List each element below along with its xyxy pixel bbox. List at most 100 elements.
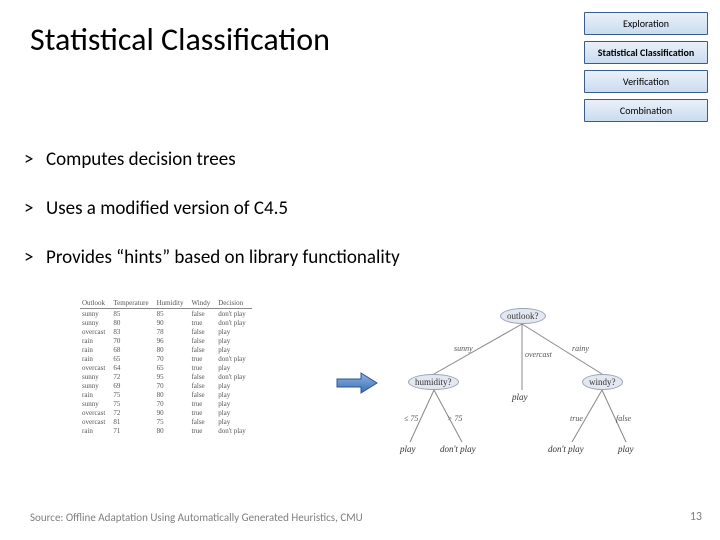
table-cell: false (189, 327, 216, 336)
table-cell: don't play (216, 354, 252, 363)
table-cell: 70 (155, 399, 190, 408)
table-cell: don't play (216, 309, 252, 319)
table-row: rain7580falseplay (80, 390, 252, 399)
node-windy: windy? (582, 374, 623, 390)
nav-exploration[interactable]: Exploration (584, 12, 708, 35)
leaf-hum-le: play (400, 444, 416, 454)
table-cell: play (216, 417, 252, 426)
table-cell: false (189, 381, 216, 390)
table-cell: false (189, 309, 216, 319)
table-cell: 78 (155, 327, 190, 336)
table-cell: true (189, 354, 216, 363)
page-title: Statistical Classification (30, 20, 330, 59)
table-row: rain7180truedon't play (80, 426, 252, 435)
nav-combination[interactable]: Combination (584, 99, 708, 122)
table-cell: play (216, 327, 252, 336)
table-cell: 69 (111, 381, 154, 390)
edge-sunny: sunny (454, 344, 473, 353)
table-cell: play (216, 390, 252, 399)
table-cell: sunny (80, 381, 111, 390)
table-cell: 64 (111, 363, 154, 372)
table-cell: 70 (155, 354, 190, 363)
table-cell: false (189, 372, 216, 381)
table-cell: 90 (155, 318, 190, 327)
table-cell: 96 (155, 336, 190, 345)
table-row: rain6880falseplay (80, 345, 252, 354)
table-cell: 80 (111, 318, 154, 327)
table-cell: sunny (80, 309, 111, 319)
table-cell: 70 (111, 336, 154, 345)
edge-overcast: overcast (525, 350, 552, 359)
nav-statistical-classification[interactable]: Statistical Classification (584, 41, 708, 64)
table-row: overcast7290trueplay (80, 408, 252, 417)
table-cell: 80 (155, 390, 190, 399)
table-cell: rain (80, 390, 111, 399)
table-cell: 81 (111, 417, 154, 426)
table-cell: true (189, 426, 216, 435)
table-row: sunny7570trueplay (80, 399, 252, 408)
table-cell: false (189, 336, 216, 345)
table-cell: play (216, 408, 252, 417)
edge-windy-false: false (616, 414, 631, 423)
table-cell: 65 (155, 363, 190, 372)
leaf-windy-false: play (618, 444, 634, 454)
decision-tree: outlook? sunny overcast rainy humidity? … (392, 302, 642, 474)
table-cell: 65 (111, 354, 154, 363)
table-cell: rain (80, 354, 111, 363)
table-cell: 85 (111, 309, 154, 319)
data-table: Outlook Temperature Humidity Windy Decis… (80, 298, 252, 435)
nav-verification[interactable]: Verification (584, 70, 708, 93)
table-cell: overcast (80, 417, 111, 426)
table-row: rain6570truedon't play (80, 354, 252, 363)
bullet-item: Provides “hints” based on library functi… (24, 246, 584, 269)
table-row: overcast8378falseplay (80, 327, 252, 336)
table-cell: 75 (111, 399, 154, 408)
table-row: sunny7295falsedon't play (80, 372, 252, 381)
table-cell: 75 (111, 390, 154, 399)
table-cell: true (189, 399, 216, 408)
table-cell: true (189, 318, 216, 327)
table-cell: overcast (80, 363, 111, 372)
table-cell: 90 (155, 408, 190, 417)
edge-hum-le: ≤ 75 (404, 414, 418, 423)
table-cell: don't play (216, 372, 252, 381)
table-cell: play (216, 336, 252, 345)
edge-rainy: rainy (572, 344, 589, 353)
table-cell: 72 (111, 372, 154, 381)
table-cell: 83 (111, 327, 154, 336)
footer-source: Source: Offline Adaptation Using Automat… (30, 511, 363, 524)
col-decision: Decision (216, 298, 252, 309)
table-cell: sunny (80, 399, 111, 408)
node-root: outlook? (500, 308, 546, 324)
edge-hum-gt: > 75 (447, 414, 462, 423)
table-cell: 75 (155, 417, 190, 426)
bullet-item: Uses a modified version of C4.5 (24, 197, 584, 220)
table-row: sunny8585falsedon't play (80, 309, 252, 319)
nav-sidebar: Exploration Statistical Classification V… (584, 12, 708, 128)
table-cell: 95 (155, 372, 190, 381)
table-cell: false (189, 345, 216, 354)
bullet-list: Computes decision trees Uses a modified … (24, 148, 584, 295)
table-cell: sunny (80, 318, 111, 327)
table-row: rain7096falseplay (80, 336, 252, 345)
table-cell: 72 (111, 408, 154, 417)
arrow-icon (335, 370, 379, 396)
edge-windy-true: true (570, 414, 583, 423)
table-row: overcast6465trueplay (80, 363, 252, 372)
table-cell: 85 (155, 309, 190, 319)
table-cell: rain (80, 345, 111, 354)
table-cell: 71 (111, 426, 154, 435)
table-cell: overcast (80, 327, 111, 336)
table-row: overcast8175falseplay (80, 417, 252, 426)
node-humidity: humidity? (408, 374, 459, 390)
bullet-item: Computes decision trees (24, 148, 584, 171)
table-cell: sunny (80, 372, 111, 381)
page-number: 13 (690, 510, 702, 524)
table-cell: 70 (155, 381, 190, 390)
col-temperature: Temperature (111, 298, 154, 309)
table-cell: false (189, 390, 216, 399)
table-cell: play (216, 345, 252, 354)
col-outlook: Outlook (80, 298, 111, 309)
table-cell: true (189, 363, 216, 372)
table-cell: overcast (80, 408, 111, 417)
